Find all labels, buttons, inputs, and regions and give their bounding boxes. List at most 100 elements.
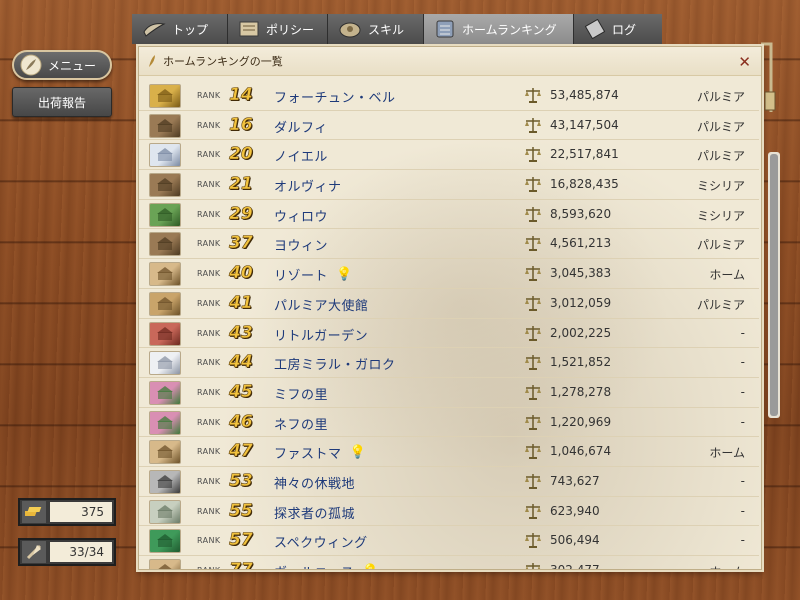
rank-number: 44 xyxy=(229,352,253,373)
tab-skill[interactable]: スキル xyxy=(328,14,424,44)
home-name[interactable]: ファストマ 💡 xyxy=(274,443,366,462)
tab-skill-label: スキル xyxy=(368,22,405,37)
region-value: パルミア xyxy=(696,297,745,312)
ranking-row[interactable]: RANK 77 ヴェルニース 💡 302,477 ホーム xyxy=(139,556,759,569)
ranking-row[interactable]: RANK 37 ヨウィン 4,561,213 パルミア xyxy=(139,229,759,260)
home-name[interactable]: 神々の休戦地 xyxy=(274,473,355,492)
home-name[interactable]: ヴェルニース 💡 xyxy=(274,562,379,569)
money-value: 3,012,059 xyxy=(550,295,612,310)
home-name[interactable]: オルヴィナ xyxy=(274,176,342,195)
scale-icon xyxy=(525,206,541,222)
menu-button[interactable]: メニュー xyxy=(12,50,112,80)
ranking-row[interactable]: RANK 47 ファストマ 💡 1,046,674 ホーム xyxy=(139,437,759,467)
rank-label: RANK xyxy=(197,298,221,308)
close-icon[interactable]: ✕ xyxy=(738,53,751,71)
region-value: - xyxy=(740,503,745,518)
rank-number: 43 xyxy=(229,322,253,343)
home-name-text: ウィロウ xyxy=(274,209,329,225)
ranking-row[interactable]: RANK 21 オルヴィナ 16,828,435 ミシリア xyxy=(139,170,759,200)
ranking-panel: ホームランキングの一覧 ✕ RANK 14 フォーチュン・ベル 53,485,8… xyxy=(138,46,762,570)
home-name[interactable]: スペクウィング xyxy=(274,532,368,551)
home-thumbnail xyxy=(149,351,181,376)
rank-label: RANK xyxy=(197,209,221,219)
home-name[interactable]: リトルガーデン xyxy=(274,325,368,344)
rank-label: RANK xyxy=(197,328,221,338)
rank-number: 40 xyxy=(229,263,253,284)
home-name[interactable]: ノイエル xyxy=(274,146,328,165)
home-name[interactable]: ミフの里 xyxy=(274,384,328,403)
menu-label: メニュー xyxy=(48,58,97,73)
tab-home-ranking-label: ホームランキング xyxy=(462,22,557,37)
rank-number: 45 xyxy=(229,381,253,403)
home-name-text: オルヴィナ xyxy=(274,180,342,196)
home-name[interactable]: ヨウィン xyxy=(274,235,328,254)
rank-label: RANK xyxy=(197,269,221,279)
home-name[interactable]: リゾート 💡 xyxy=(274,265,353,284)
home-thumbnail xyxy=(149,202,181,227)
home-name-text: パルミア大使館 xyxy=(274,298,369,314)
home-name[interactable]: フォーチュン・ベル xyxy=(274,87,396,106)
money-value: 53,485,874 xyxy=(550,88,619,102)
money-value: 1,046,674 xyxy=(550,444,612,459)
home-name[interactable]: パルミア大使館 xyxy=(274,295,369,314)
lightbulb-icon: 💡 xyxy=(362,564,379,569)
region-value: - xyxy=(740,355,745,370)
scale-icon xyxy=(525,563,541,569)
ranking-row[interactable]: RANK 53 神々の休戦地 743,627 - xyxy=(139,467,759,497)
top-icon xyxy=(143,23,166,37)
home-name[interactable]: 探求者の孤城 xyxy=(274,503,355,522)
home-name-text: ヴェルニース xyxy=(274,562,354,569)
money-value: 1,220,969 xyxy=(550,414,612,429)
ship-report-button[interactable]: 出荷報告 xyxy=(12,87,112,117)
home-name[interactable]: 工房ミラル・ガロク xyxy=(274,354,396,373)
home-name-text: ダルフィ xyxy=(274,120,328,136)
rank-number: 57 xyxy=(229,530,253,551)
panel-header: ホームランキングの一覧 ✕ xyxy=(139,47,761,76)
ranking-row[interactable]: RANK 40 リゾート 💡 3,045,383 ホーム xyxy=(139,259,759,289)
tab-bar: トップ ポリシー スキル ホームランキング ログ xyxy=(132,14,662,44)
rank-label: RANK xyxy=(197,447,221,457)
home-thumbnail xyxy=(149,232,181,257)
money-value: 8,593,620 xyxy=(550,206,612,221)
money-value: 4,561,213 xyxy=(550,236,612,251)
home-name-text: リトルガーデン xyxy=(274,328,369,344)
tab-top[interactable]: トップ xyxy=(132,14,228,44)
quill-value: 33/34 xyxy=(50,542,112,562)
ranking-row[interactable]: RANK 14 フォーチュン・ベル 53,485,874 パルミア xyxy=(139,81,759,111)
ranking-row[interactable]: RANK 55 探求者の孤城 623,940 - xyxy=(139,497,759,527)
ranking-list: RANK 14 フォーチュン・ベル 53,485,874 パルミア RANK 1… xyxy=(139,81,759,569)
rank-label: RANK xyxy=(197,150,221,160)
money-value: 2,002,225 xyxy=(550,325,612,340)
tab-log[interactable]: ログ xyxy=(574,14,662,44)
home-name-text: リゾート xyxy=(274,269,329,285)
ranking-row[interactable]: RANK 20 ノイエル 22,517,841 パルミア xyxy=(139,140,759,171)
ranking-row[interactable]: RANK 41 パルミア大使館 3,012,059 パルミア xyxy=(139,289,759,319)
ranking-row[interactable]: RANK 46 ネフの里 1,220,969 - xyxy=(139,408,759,438)
quill-icon xyxy=(22,541,46,563)
ranking-row[interactable]: RANK 57 スペクウィング 506,494 - xyxy=(139,526,759,556)
tab-policy[interactable]: ポリシー xyxy=(228,14,328,44)
rank-label: RANK xyxy=(197,120,221,130)
home-name-text: フォーチュン・ベル xyxy=(274,91,396,106)
scale-icon xyxy=(525,355,541,371)
rank-number: 46 xyxy=(229,411,253,432)
rank-number: 14 xyxy=(229,85,253,106)
ranking-row[interactable]: RANK 29 ウィロウ 8,593,620 ミシリア xyxy=(139,200,759,230)
region-value: ミシリア xyxy=(696,179,745,194)
region-value: パルミア xyxy=(696,149,745,164)
skill-icon xyxy=(339,22,361,38)
home-thumbnail xyxy=(149,440,181,465)
ranking-row[interactable]: RANK 43 リトルガーデン 2,002,225 - xyxy=(139,319,759,349)
scale-icon xyxy=(525,177,541,193)
region-value: - xyxy=(740,325,745,340)
home-name[interactable]: ウィロウ xyxy=(274,206,328,225)
ranking-row[interactable]: RANK 44 工房ミラル・ガロク 1,521,852 - xyxy=(139,348,759,378)
scrollbar-thumb[interactable] xyxy=(770,154,778,416)
home-name[interactable]: ネフの里 xyxy=(274,414,328,433)
home-name[interactable]: ダルフィ xyxy=(274,117,328,136)
scale-icon xyxy=(525,295,541,311)
ranking-row[interactable]: RANK 16 ダルフィ 43,147,504 パルミア xyxy=(139,111,759,141)
scale-icon xyxy=(525,384,541,400)
tab-home-ranking[interactable]: ホームランキング xyxy=(424,14,574,44)
ranking-row[interactable]: RANK 45 ミフの里 1,278,278 - xyxy=(139,378,759,408)
